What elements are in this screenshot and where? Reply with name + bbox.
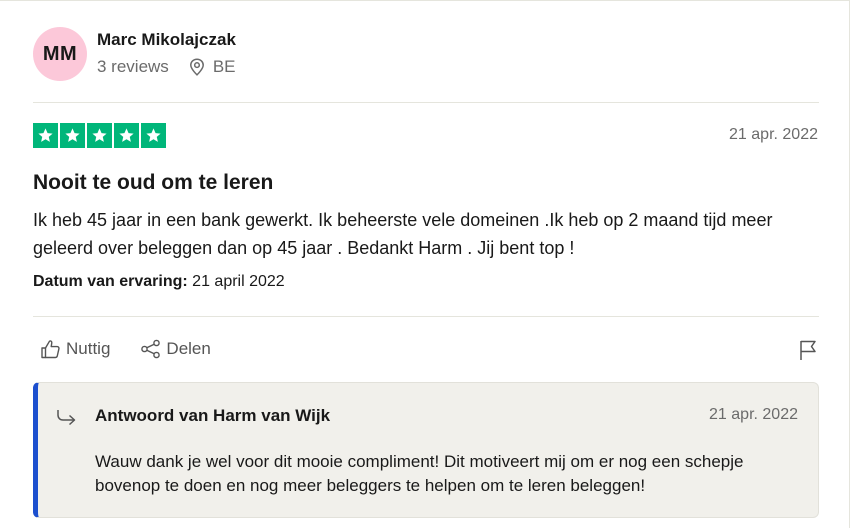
thumbs-up-icon	[41, 340, 60, 359]
experience-date: Datum van ervaring: 21 april 2022	[33, 273, 285, 291]
review-date: 21 apr. 2022	[729, 126, 818, 143]
star-icon	[114, 123, 139, 148]
review-card: MM Marc Mikolajczak 3 reviews BE 21 apr.…	[0, 0, 850, 528]
reviewer-location: BE	[189, 57, 236, 77]
reviewer-name[interactable]: Marc Mikolajczak	[97, 30, 236, 50]
reply-date: 21 apr. 2022	[709, 406, 798, 423]
star-icon	[60, 123, 85, 148]
reviewer-meta: 3 reviews BE	[97, 57, 236, 77]
review-body: Ik heb 45 jaar in een bank gewerkt. Ik b…	[33, 210, 773, 258]
reply-text: Wauw dank je wel voor dit mooie complime…	[95, 452, 744, 495]
star-icon	[87, 123, 112, 148]
star-icon	[141, 123, 166, 148]
company-reply: Antwoord van Harm van Wijk 21 apr. 2022 …	[33, 382, 819, 518]
experience-label: Datum van ervaring:	[33, 273, 188, 290]
flag-icon	[800, 340, 816, 360]
reply-author: Antwoord van Harm van Wijk	[95, 406, 331, 425]
star-rating	[33, 123, 166, 148]
country-code: BE	[212, 57, 236, 76]
star-icon	[33, 123, 58, 148]
useful-button[interactable]: Nuttig	[40, 339, 110, 359]
review-actions: Nuttig Delen	[40, 339, 241, 359]
review-count: 3 reviews	[97, 57, 169, 76]
share-label: Delen	[166, 339, 211, 358]
review-title[interactable]: Nooit te oud om te leren	[33, 171, 273, 195]
report-button[interactable]	[798, 339, 818, 366]
share-icon	[141, 339, 161, 359]
avatar[interactable]: MM	[33, 27, 87, 81]
useful-label: Nuttig	[66, 339, 111, 358]
divider	[33, 316, 819, 317]
avatar-initials: MM	[42, 42, 78, 65]
reply-arrow-icon	[57, 410, 76, 426]
experience-value: 21 april 2022	[192, 273, 285, 290]
location-pin-icon	[189, 58, 204, 76]
divider	[33, 102, 819, 103]
share-button[interactable]: Delen	[140, 339, 211, 359]
